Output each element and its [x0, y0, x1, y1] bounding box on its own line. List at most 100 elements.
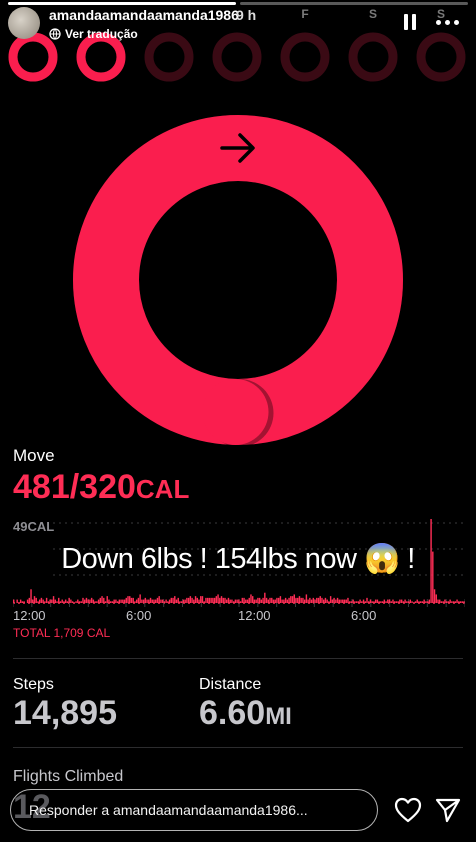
day-ring[interactable]: [212, 32, 262, 82]
chart-bar: [459, 601, 462, 603]
chart-bar: [277, 597, 280, 603]
chart-bar: [409, 599, 412, 603]
chart-bar: [326, 599, 328, 603]
chart-bar: [328, 601, 330, 603]
chart-bar: [80, 601, 82, 603]
chart-bar: [392, 599, 394, 603]
chart-bar: [146, 599, 148, 603]
chart-bar: [193, 599, 195, 603]
chart-bar: [189, 596, 192, 603]
x-tick-label: 12:00: [238, 608, 271, 623]
chart-bar: [90, 597, 93, 603]
move-ring: [73, 115, 403, 447]
more-icon[interactable]: [436, 20, 459, 25]
chart-bar: [456, 599, 458, 603]
chart-bar: [116, 601, 119, 603]
chart-bar: [19, 599, 22, 603]
reply-input[interactable]: Responder a amandaamandaamanda1986...: [10, 789, 378, 831]
chart-bar: [158, 596, 160, 603]
chart-bar: [141, 599, 143, 603]
story-text-overlay: Down 6lbs ! 154lbs now 😱 !: [61, 543, 415, 575]
chart-bar: [42, 599, 44, 603]
chart-bar: [444, 599, 446, 603]
chart-bar: [132, 597, 134, 603]
chart-bar: [127, 596, 129, 603]
chart-bar: [59, 601, 62, 603]
chart-bar: [170, 597, 173, 603]
chart-bar: [23, 601, 25, 603]
chart-bar: [258, 597, 261, 603]
day-ring[interactable]: [76, 32, 126, 82]
chart-bar: [267, 599, 270, 603]
chart-bar: [99, 597, 102, 603]
chart-bar: [125, 597, 127, 603]
distance-label: Distance: [199, 676, 262, 693]
chart-bar: [134, 601, 136, 603]
chart-bar: [129, 596, 131, 603]
day-ring[interactable]: [280, 32, 330, 82]
day-ring[interactable]: [348, 32, 398, 82]
username[interactable]: amandaamandaamanda1986: [49, 7, 239, 23]
chart-bar: [435, 594, 437, 603]
chart-bar: [51, 599, 53, 603]
chart-bar: [371, 601, 373, 603]
chart-bar: [428, 599, 431, 603]
chart-bar: [373, 601, 375, 603]
day-ring[interactable]: [144, 32, 194, 82]
chart-bar: [163, 601, 166, 603]
chart-bar: [224, 597, 226, 603]
chart-bar: [262, 597, 264, 603]
chart-bar: [348, 601, 351, 603]
chart-bar: [364, 601, 366, 603]
chart-bar: [442, 601, 444, 603]
chart-bar: [28, 597, 31, 603]
chart-bar: [85, 597, 88, 603]
chart-bar: [232, 601, 235, 603]
chart-bar: [387, 599, 389, 603]
chart-bar: [340, 599, 342, 603]
chart-bar: [255, 599, 257, 603]
chart-bar: [321, 597, 323, 603]
x-tick-label: 6:00: [126, 608, 152, 623]
chart-bar: [123, 599, 126, 603]
chart-bar: [447, 601, 450, 603]
chart-bar: [220, 596, 223, 603]
chart-bar: [271, 597, 273, 603]
chart-bar: [283, 599, 285, 603]
chart-bar: [359, 599, 361, 603]
chart-bar: [376, 599, 379, 603]
chart-bar: [399, 599, 401, 603]
chart-bar: [174, 596, 176, 603]
chart-bar: [329, 596, 332, 603]
chart-bar: [314, 599, 316, 603]
day-ring[interactable]: [8, 32, 58, 82]
chart-bar: [305, 594, 308, 603]
chart-bar: [153, 599, 155, 603]
pause-icon[interactable]: [404, 14, 420, 32]
chart-bar: [109, 601, 112, 603]
chart-bar: [251, 596, 254, 603]
chart-bar: [210, 597, 212, 603]
chart-bar: [111, 601, 114, 603]
chart-bar: [264, 592, 266, 603]
chart-bar: [463, 601, 465, 603]
chart-bar: [449, 599, 451, 603]
chart-bar: [191, 597, 193, 603]
avatar[interactable]: [8, 7, 40, 39]
chart-bar: [16, 599, 18, 603]
chart-bar: [257, 597, 259, 603]
steps-value: 14,895: [13, 694, 117, 732]
chart-bar: [139, 594, 141, 603]
see-translation-link[interactable]: Ver tradução: [49, 27, 138, 41]
send-icon[interactable]: [434, 796, 462, 824]
heart-icon[interactable]: [394, 797, 422, 823]
day-ring[interactable]: [416, 32, 466, 82]
chart-bar: [45, 597, 48, 603]
chart-bar: [226, 599, 228, 603]
chart-bar: [94, 601, 96, 603]
move-value-unit: CAL: [135, 474, 190, 504]
chart-bar: [64, 599, 67, 603]
chart-bar: [345, 599, 347, 603]
chart-bar: [307, 599, 309, 603]
chart-bar: [421, 601, 424, 603]
